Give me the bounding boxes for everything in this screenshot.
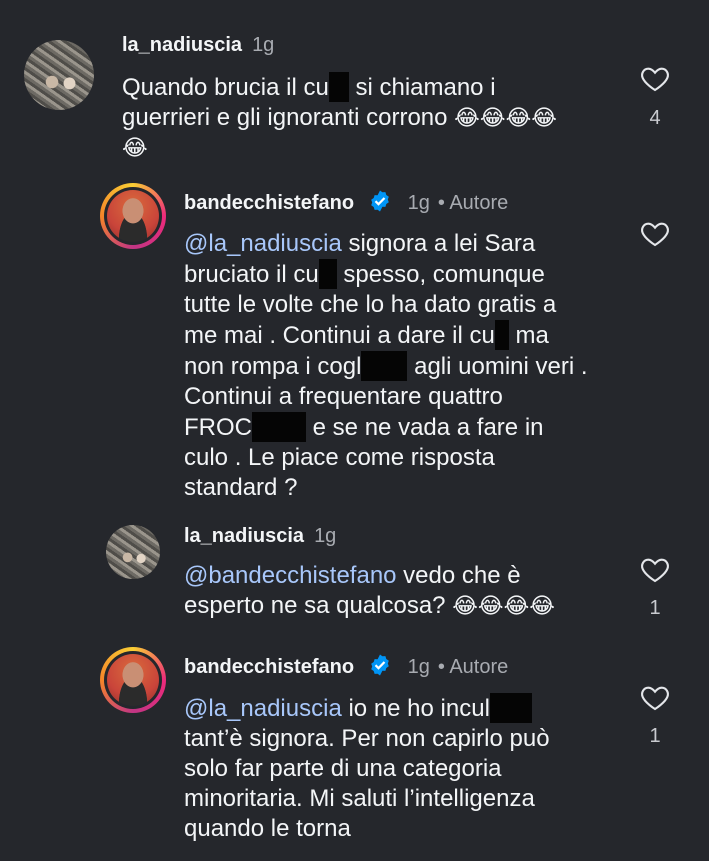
text-segment: esperto ne sa qualcosa? [184, 592, 453, 619]
mention-link[interactable]: @la_nadiuscia [184, 230, 342, 257]
text-segment: minoritaria. Mi saluti l’intelligenza [184, 785, 535, 812]
censor-bar [489, 693, 532, 723]
comment-text: @la_nadiuscia io ne ho incul tant’è sign… [184, 693, 624, 844]
avatar[interactable] [106, 525, 160, 579]
text-segment: e se ne vada a fare in [306, 414, 544, 441]
text-segment: standard ? [184, 474, 298, 501]
verified-badge-icon [370, 654, 389, 676]
heart-icon[interactable] [638, 62, 672, 94]
username[interactable]: la_nadiuscia [184, 525, 304, 547]
text-segment: guerrieri e gli ignoranti corrono [122, 104, 455, 131]
timestamp: 1g [314, 525, 337, 547]
heart-icon[interactable] [638, 681, 672, 713]
text-segment: solo far parte di una categoria [184, 755, 502, 782]
like-count: 4 [649, 107, 661, 129]
text-segment: io ne ho incul [341, 695, 490, 722]
censor-bar [252, 412, 306, 442]
text-segment: non rompa i cogl [184, 353, 362, 380]
mention-link[interactable]: @la_nadiuscia [184, 695, 342, 722]
like-count: 1 [649, 725, 661, 747]
text-segment: Continui a frequentare quattro [184, 383, 503, 410]
author-label: • Autore [437, 656, 509, 678]
emoji: 😂😂😂😂 [454, 105, 557, 130]
like-count: 1 [649, 597, 661, 619]
text-segment: ma [508, 322, 549, 349]
username[interactable]: bandecchistefano [184, 192, 354, 214]
author-label: • Autore [437, 192, 509, 214]
text-segment: bruciato il cu [184, 261, 319, 288]
text-segment: vedo che è [396, 562, 521, 589]
username[interactable]: bandecchistefano [184, 656, 354, 678]
censor-bar [361, 351, 408, 381]
censor-bar [494, 320, 509, 350]
text-segment: agli uomini veri . [407, 353, 588, 380]
heart-icon[interactable] [638, 553, 672, 585]
censor-bar [328, 72, 349, 102]
avatar[interactable] [100, 647, 166, 713]
timestamp: 1g [407, 656, 430, 678]
username[interactable]: la_nadiuscia [122, 34, 242, 56]
avatar[interactable] [100, 183, 166, 249]
emoji: 😂😂😂😂 [452, 593, 556, 618]
emoji: 😂 [122, 135, 148, 160]
comment-header: bandecchistefano 1g • Autore [184, 189, 508, 215]
text-segment: spesso, comunque [336, 261, 545, 288]
mention-link[interactable]: @bandecchistefano [184, 562, 397, 589]
comment-text: @la_nadiuscia signora a lei Sara bruciat… [184, 229, 624, 503]
heart-icon[interactable] [638, 217, 672, 249]
text-segment: si chiamano i [348, 74, 496, 101]
comment-text: @bandecchistefano vedo che è esperto ne … [184, 561, 624, 621]
comment-header: la_nadiuscia 1g [184, 525, 336, 548]
censor-bar [318, 259, 337, 289]
text-segment: tutte le volte che lo ha dato gratis a [184, 291, 557, 318]
timestamp: 1g [407, 192, 430, 214]
text-segment: me mai . Continui a dare il cu [184, 322, 495, 349]
text-segment: FROC [184, 414, 252, 441]
text-segment: tant’è signora. Per non capirlo può [184, 725, 550, 752]
timestamp: 1g [252, 34, 275, 56]
text-segment: Quando brucia il cu [122, 74, 329, 101]
text-segment: quando le torna [184, 815, 351, 842]
verified-badge-icon [370, 190, 389, 212]
avatar[interactable] [24, 40, 94, 110]
text-segment: culo . Le piace come risposta [184, 444, 495, 471]
comment-text: Quando brucia il cu si chiamano i guerri… [122, 72, 602, 163]
text-segment: signora a lei Sara [341, 230, 536, 257]
comment-header: la_nadiuscia 1g [122, 34, 274, 57]
comment-header: bandecchistefano 1g • Autore [184, 653, 508, 679]
